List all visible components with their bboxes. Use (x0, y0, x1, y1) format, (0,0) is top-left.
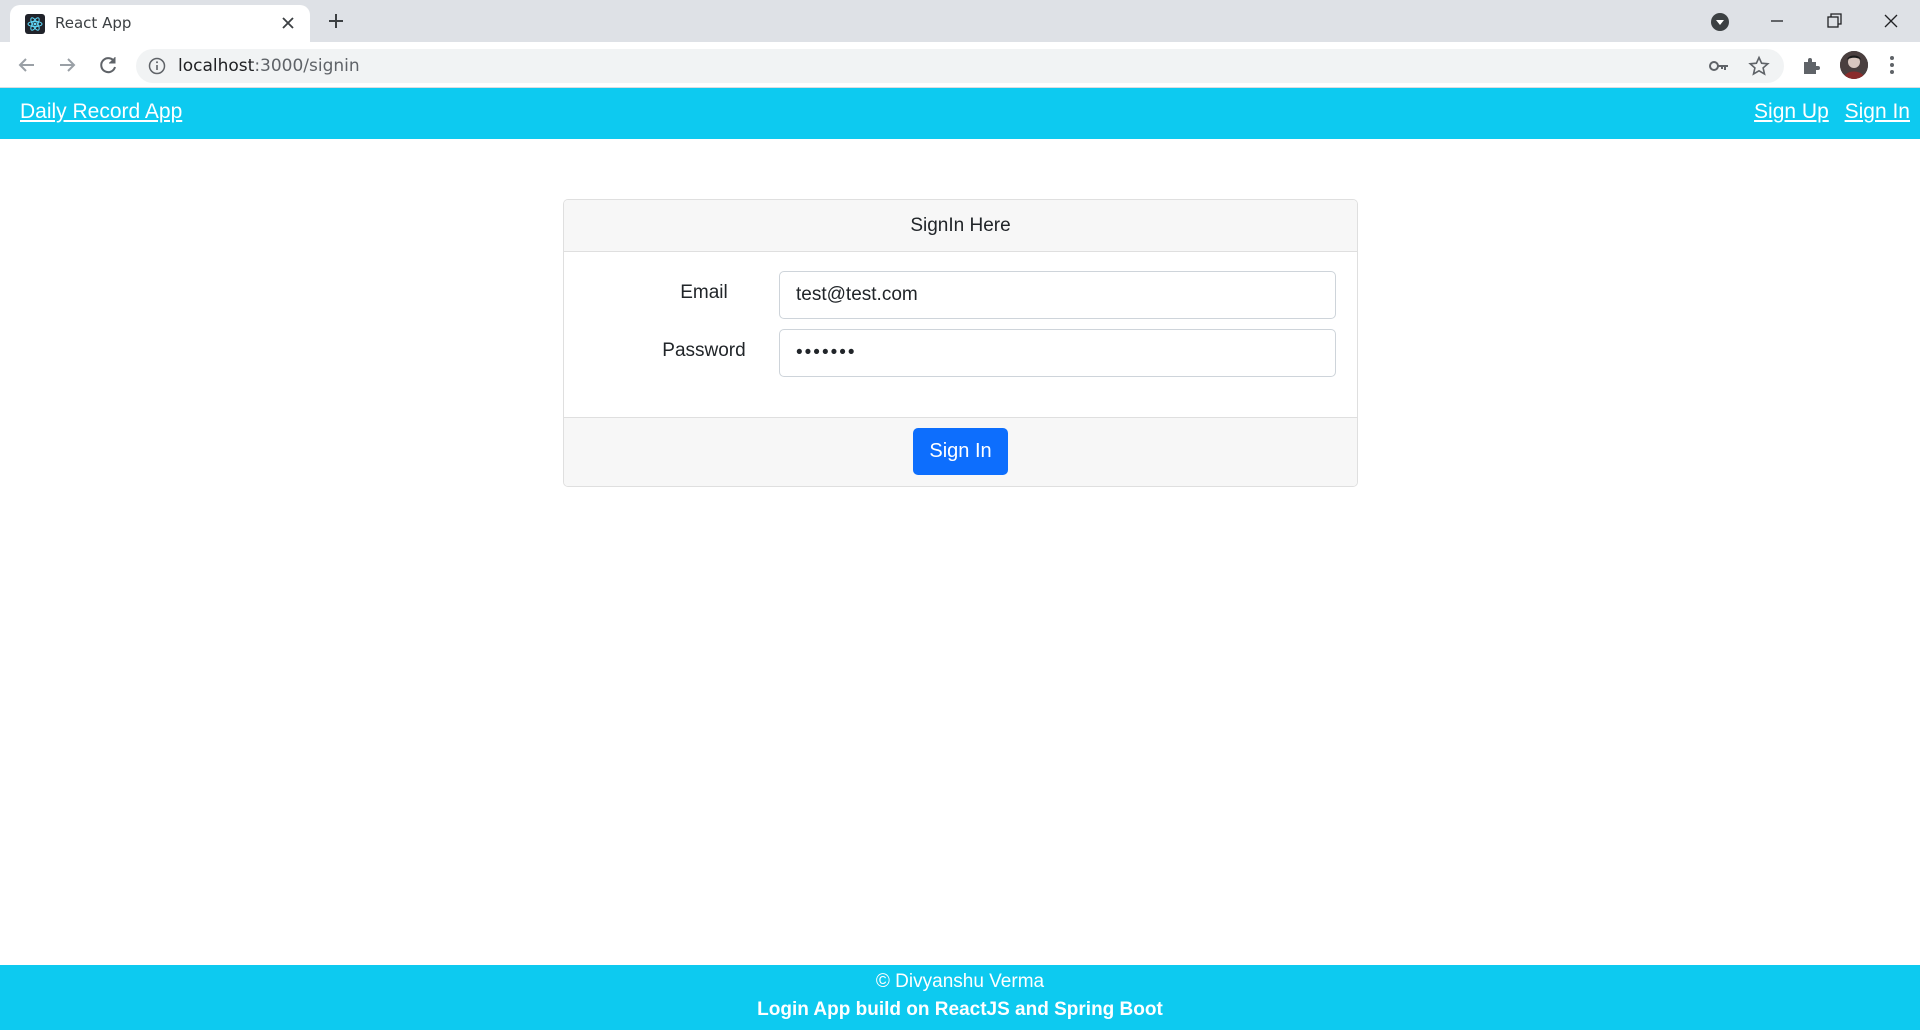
close-icon[interactable] (280, 15, 296, 31)
forward-icon[interactable] (55, 53, 79, 77)
password-field[interactable]: ••••••• (779, 329, 1336, 377)
sign-in-link[interactable]: Sign In (1845, 100, 1910, 123)
signin-card: SignIn Here Email test@test.com Password… (563, 199, 1358, 487)
star-icon[interactable] (1748, 55, 1770, 77)
avatar[interactable] (1840, 51, 1868, 79)
url-path: :3000/signin (254, 56, 360, 76)
brand-link[interactable]: Daily Record App (20, 100, 182, 124)
back-icon[interactable] (15, 53, 39, 77)
nav-links: Sign Up Sign In (1744, 100, 1910, 124)
password-label: Password (662, 340, 746, 361)
kebab-menu-icon[interactable] (1882, 54, 1902, 76)
plus-icon[interactable] (325, 10, 347, 32)
browser-tab[interactable]: React App (10, 5, 310, 42)
tab-title: React App (55, 14, 132, 32)
key-icon[interactable] (1708, 56, 1730, 76)
email-label: Email (680, 282, 728, 303)
puzzle-icon[interactable] (1800, 54, 1822, 76)
address-bar[interactable]: localhost:3000/signin (136, 49, 1784, 83)
app-navbar: Daily Record App Sign Up Sign In (0, 88, 1920, 139)
browser-tabstrip: React App (0, 0, 1920, 42)
browser-toolbar: localhost:3000/signin (0, 42, 1920, 88)
restore-icon[interactable] (1823, 10, 1845, 32)
profile-dropdown-icon[interactable] (1710, 12, 1730, 32)
page-footer: © Divyanshu Verma Login App build on Rea… (0, 965, 1920, 1030)
signin-form: Email test@test.com Password ••••••• (564, 252, 1357, 417)
close-window-icon[interactable] (1880, 10, 1902, 32)
react-favicon-icon (25, 14, 45, 34)
footer-tagline: Login App build on ReactJS and Spring Bo… (757, 999, 1163, 1020)
reload-icon[interactable] (96, 53, 120, 77)
signin-card-footer: Sign In (564, 417, 1357, 486)
email-field[interactable]: test@test.com (779, 271, 1336, 319)
footer-copyright: © Divyanshu Verma (875, 971, 1045, 992)
info-icon[interactable] (148, 57, 166, 75)
minimize-icon[interactable] (1766, 10, 1788, 32)
sign-in-button[interactable]: Sign In (913, 428, 1008, 475)
sign-up-link[interactable]: Sign Up (1754, 100, 1829, 123)
signin-card-header: SignIn Here (564, 200, 1357, 252)
url-text[interactable]: localhost:3000/signin (178, 56, 360, 76)
avatar-image (1840, 51, 1868, 79)
url-host: localhost (178, 56, 255, 76)
